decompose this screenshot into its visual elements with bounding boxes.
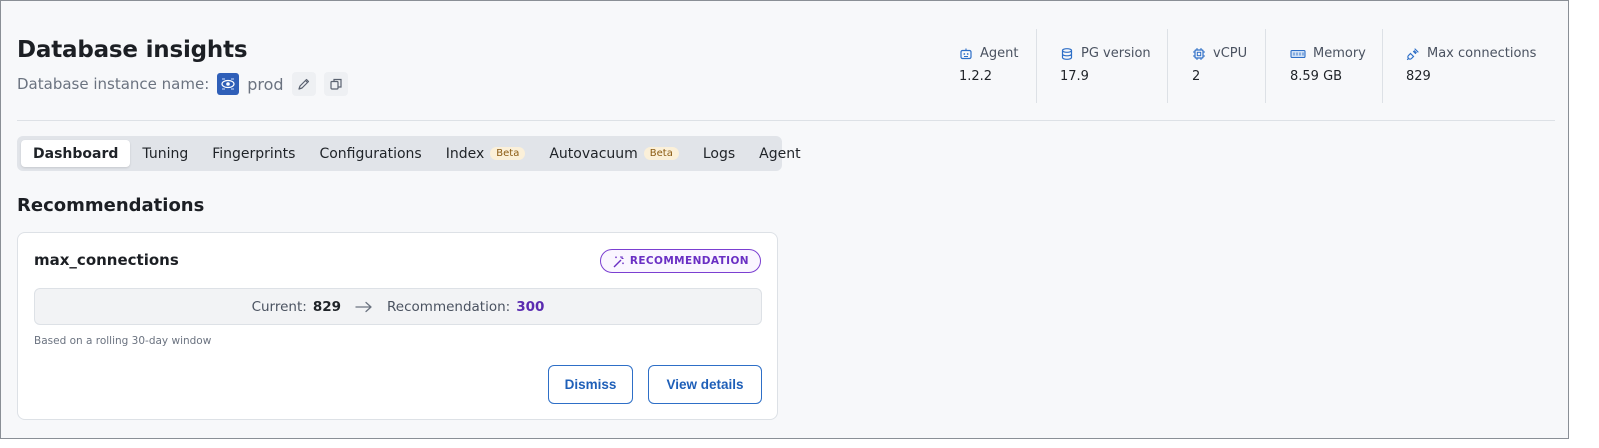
stat-label: PG version (1081, 46, 1151, 61)
window-note: Based on a rolling 30-day window (34, 335, 212, 347)
page-title: Database insights (17, 37, 248, 63)
tab-logs[interactable]: Logs (691, 140, 747, 167)
dismiss-button[interactable]: Dismiss (548, 365, 633, 404)
tab-fingerprints[interactable]: Fingerprints (200, 140, 307, 167)
tab-autovacuum[interactable]: Autovacuum Beta (537, 140, 691, 167)
app-window: Database insights Database instance name… (0, 0, 1569, 439)
instance-name: prod (247, 74, 284, 94)
stat-value: 1.2.2 (959, 69, 993, 84)
beta-badge: Beta (490, 147, 526, 160)
recommendation-comparison: Current: 829 Recommendation: 300 (34, 288, 762, 325)
copy-icon[interactable] (323, 72, 348, 96)
stat-value: 17.9 (1060, 69, 1089, 84)
stat-value: 2 (1192, 69, 1201, 84)
stat-label: Agent (980, 46, 1019, 61)
current-label: Current: (251, 298, 307, 315)
tab-tuning[interactable]: Tuning (130, 140, 200, 167)
robot-icon (960, 48, 972, 59)
arrow-right-icon (355, 301, 373, 313)
stat-value: 829 (1406, 69, 1431, 84)
recommendation-label: Recommendation: (387, 298, 511, 315)
stat-label: vCPU (1213, 46, 1248, 61)
cpu-icon (1193, 47, 1205, 60)
instance-name-row: Database instance name: prod (17, 71, 348, 97)
header-divider (17, 120, 1555, 121)
recommendation-value: 300 (516, 298, 545, 315)
memory-icon (1290, 49, 1306, 58)
stat-agent: Agent 1.2.2 (959, 29, 1037, 103)
database-icon (1061, 47, 1073, 60)
stat-pg-version: PG version 17.9 (1037, 29, 1168, 103)
stat-memory: Memory 8.59 GB (1266, 29, 1383, 103)
tab-configurations[interactable]: Configurations (307, 140, 433, 167)
stat-max-connections: Max connections 829 (1383, 29, 1555, 103)
tab-dashboard[interactable]: Dashboard (21, 140, 131, 167)
instance-label: Database instance name: (17, 75, 210, 93)
magic-wand-icon (613, 255, 624, 267)
tab-bar: Dashboard Tuning Fingerprints Configurat… (17, 136, 801, 171)
stat-value: 8.59 GB (1290, 69, 1343, 84)
stat-label: Memory (1313, 46, 1366, 61)
recommendation-parameter: max_connections (34, 251, 179, 269)
tab-index[interactable]: Index Beta (434, 140, 538, 167)
view-details-button[interactable]: View details (648, 365, 762, 404)
edit-icon[interactable] (291, 72, 316, 96)
recommendations-title: Recommendations (17, 195, 205, 216)
recommendation-badge: RECOMMENDATION (599, 249, 761, 273)
database-avatar-icon (217, 73, 240, 95)
stat-vcpu: vCPU 2 (1168, 29, 1266, 103)
stat-label: Max connections (1427, 46, 1537, 61)
instance-stats: Agent 1.2.2 PG version 17.9 vCPU 2 Memor… (959, 29, 1555, 105)
plug-icon (1406, 47, 1419, 60)
current-value: 829 (312, 298, 342, 315)
beta-badge: Beta (643, 147, 679, 160)
tab-agent[interactable]: Agent (747, 140, 812, 167)
recommendation-card: max_connections RECOMMENDATION Current: … (17, 232, 778, 420)
